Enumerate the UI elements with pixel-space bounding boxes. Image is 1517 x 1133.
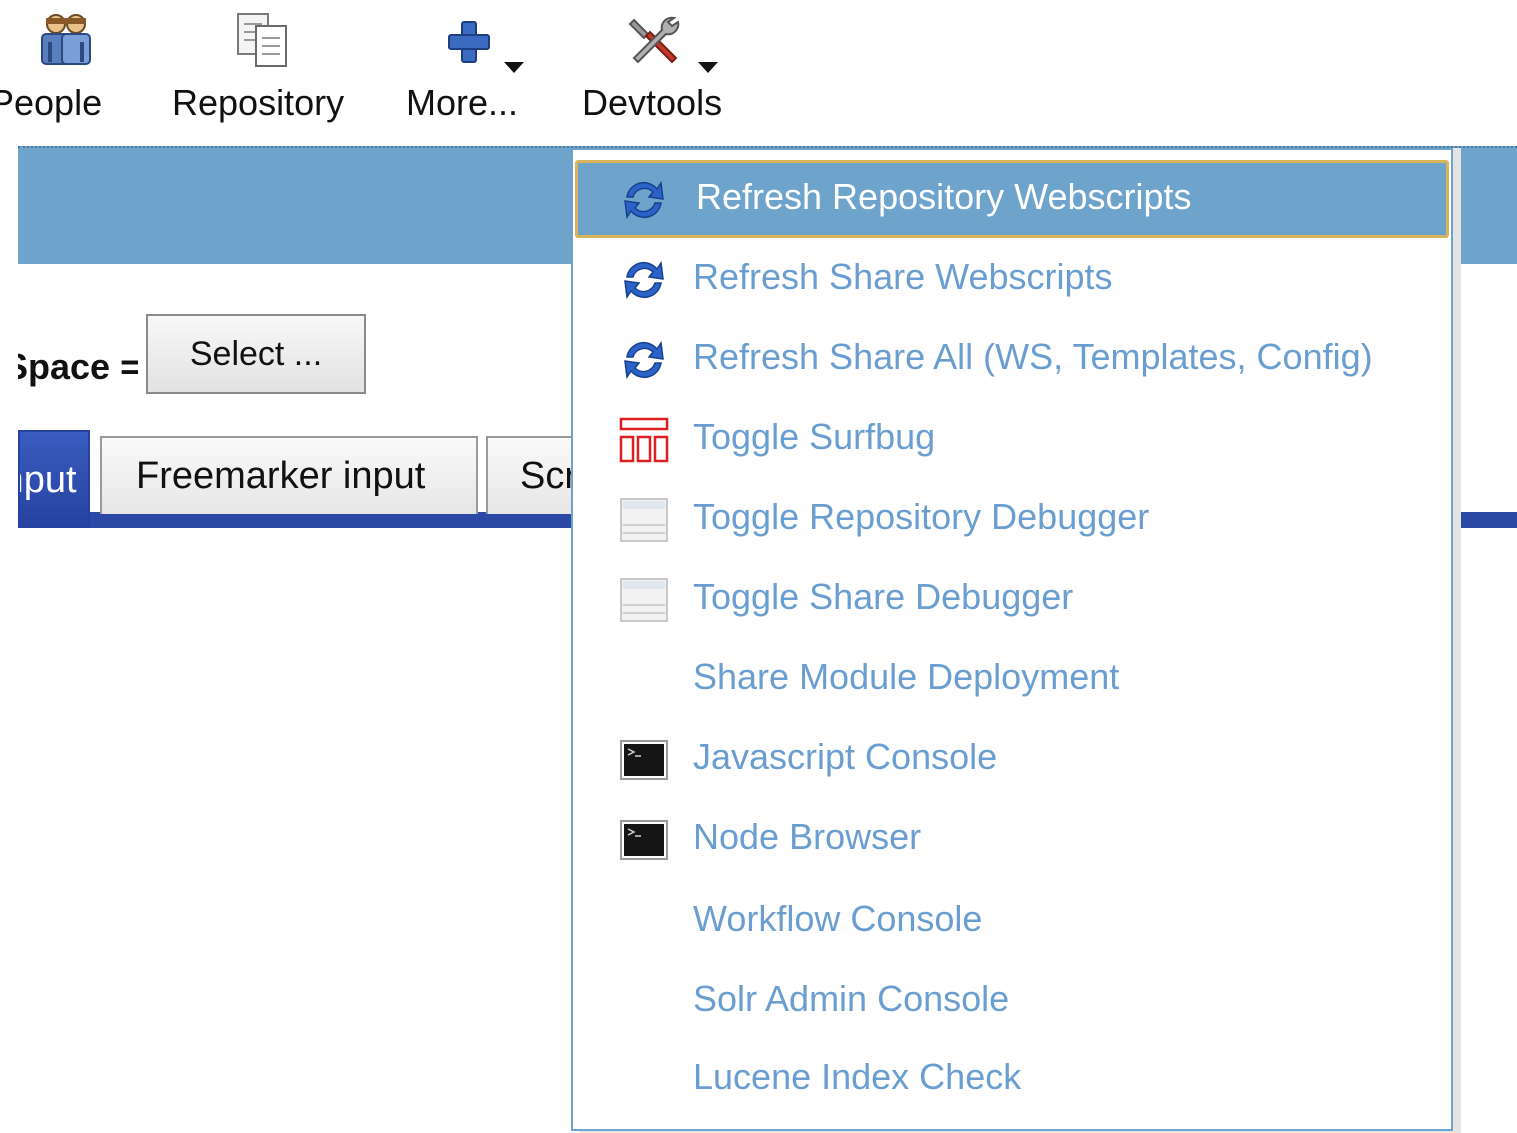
toolbar-people[interactable]: People [0, 0, 140, 140]
menu-item-javascript-console[interactable]: Javascript Console [575, 720, 1449, 798]
menu-item-label: Share Module Deployment [693, 656, 1120, 697]
menu-item-lucene-index-check[interactable]: Lucene Index Check [575, 1040, 1449, 1118]
menu-item-refresh-repository-webscripts[interactable]: Refresh Repository Webscripts [575, 160, 1449, 238]
menu-item-toggle-surfbug[interactable]: Toggle Surfbug [575, 400, 1449, 478]
refresh-icon [624, 180, 664, 220]
menu-item-label: Workflow Console [693, 898, 983, 939]
debugger-icon [620, 498, 668, 542]
toolbar-label-people: People [0, 82, 103, 123]
menu-item-label: Refresh Repository Webscripts [696, 176, 1192, 217]
debugger-icon [620, 578, 668, 622]
toolbar-devtools[interactable]: Devtools [576, 0, 736, 140]
menu-item-refresh-share-all[interactable]: Refresh Share All (WS, Templates, Config… [575, 320, 1449, 398]
menu-item-label: Toggle Repository Debugger [693, 496, 1150, 537]
menu-item-label: Toggle Share Debugger [693, 576, 1074, 617]
repository-icon [237, 13, 287, 67]
menu-item-toggle-repository-debugger[interactable]: Toggle Repository Debugger [575, 480, 1449, 558]
menu-item-label: Solr Admin Console [693, 978, 1010, 1019]
chevron-down-icon [504, 62, 524, 73]
menu-item-node-browser[interactable]: Node Browser [575, 800, 1449, 878]
menu-item-label: Toggle Surfbug [693, 416, 936, 457]
menu-item-solr-admin-console[interactable]: Solr Admin Console [575, 962, 1449, 1040]
menu-item-label: Refresh Share Webscripts [693, 256, 1113, 297]
refresh-icon [624, 340, 664, 380]
tab-label-freemarker-input: Freemarker input [136, 455, 426, 497]
menu-item-label: Lucene Index Check [693, 1056, 1022, 1097]
tab-input[interactable]: Input [18, 430, 90, 528]
console-icon [620, 740, 668, 780]
namespace-label: Space = [18, 346, 138, 387]
console-icon [620, 820, 668, 860]
tab-freemarker-input[interactable]: Freemarker input [100, 436, 478, 514]
tab-label-input: Input [20, 459, 77, 501]
plus-icon [448, 21, 490, 63]
surfbug-icon [619, 417, 669, 463]
chevron-down-icon [698, 62, 718, 73]
select-button[interactable]: Select ... [146, 314, 366, 394]
menu-item-label: Node Browser [693, 816, 922, 857]
menu-item-label: Javascript Console [693, 736, 998, 777]
refresh-icon [624, 260, 664, 300]
menu-item-toggle-share-debugger[interactable]: Toggle Share Debugger [575, 560, 1449, 638]
menu-item-label: Refresh Share All (WS, Templates, Config… [693, 336, 1373, 377]
people-icon [41, 14, 91, 65]
menu-item-refresh-share-webscripts[interactable]: Refresh Share Webscripts [575, 240, 1449, 318]
tools-icon [628, 16, 680, 64]
toolbar-repository[interactable]: Repository [160, 0, 360, 140]
menu-item-workflow-console[interactable]: Workflow Console [575, 882, 1449, 960]
menu-item-share-module-deployment[interactable]: Share Module Deployment [575, 640, 1449, 718]
toolbar-label-more: More... [406, 82, 519, 123]
toolbar-more[interactable]: More... [400, 0, 540, 140]
toolbar-label-repository: Repository [172, 82, 345, 123]
toolbar-label-devtools: Devtools [582, 82, 723, 123]
devtools-menu: Refresh Repository Webscripts Refresh Sh… [571, 148, 1453, 1131]
